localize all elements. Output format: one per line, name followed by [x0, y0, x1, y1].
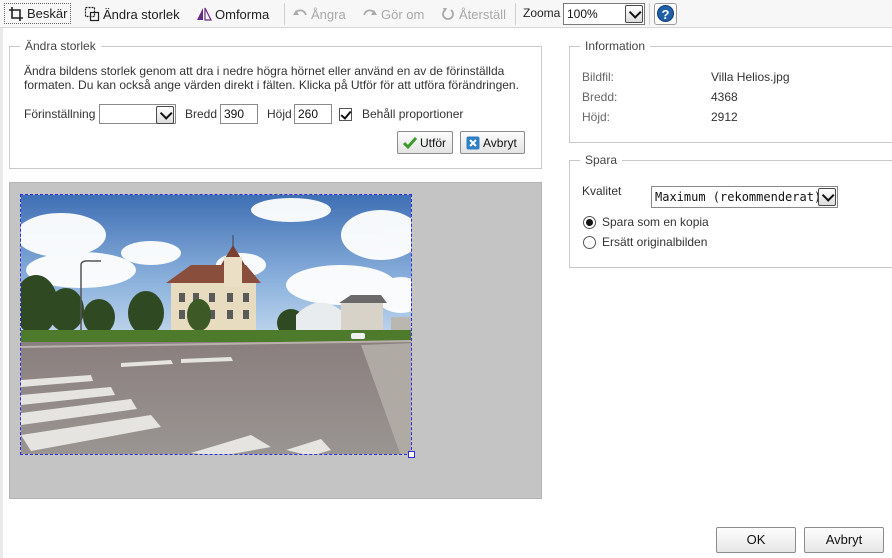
zoom-value: 100% — [567, 7, 598, 21]
resize-icon — [84, 6, 100, 22]
transform-button[interactable]: Omforma — [196, 4, 269, 24]
reset-label: Återställ — [459, 6, 506, 22]
help-button[interactable]: ? — [654, 3, 677, 25]
image-height-label: Höjd: — [582, 110, 611, 124]
save-copy-label: Spara som en kopia — [602, 215, 709, 229]
redo-label: Gör om — [381, 6, 425, 22]
redo-icon — [362, 6, 378, 22]
information-panel: Information Bildfil: Villa Helios.jpg Br… — [569, 39, 892, 143]
resize-cancel-button[interactable]: Avbryt — [460, 131, 525, 154]
save-panel-legend: Spara — [580, 153, 623, 167]
image-editor-toolbar: Beskär Ändra storlek Omforma Ångra Gör o… — [0, 0, 892, 28]
transform-icon — [196, 6, 212, 22]
transform-label: Omforma — [215, 6, 270, 22]
resize-handle[interactable] — [408, 451, 415, 458]
crop-label: Beskär — [27, 6, 68, 21]
apply-button[interactable]: Utför — [397, 131, 453, 154]
cancel-icon — [466, 136, 480, 150]
save-copy-radio[interactable] — [583, 216, 596, 229]
file-value: Villa Helios.jpg — [711, 70, 790, 84]
replace-original-radio[interactable] — [583, 236, 596, 249]
toolbar-separator — [649, 3, 650, 25]
information-panel-legend: Information — [580, 39, 651, 53]
width-label: Bredd — [185, 107, 218, 121]
zoom-label: Zooma — [523, 6, 561, 20]
chevron-down-icon[interactable] — [625, 5, 643, 23]
save-panel: Spara Kvalitet Maximum (rekommenderat) S… — [569, 153, 892, 268]
keep-ratio-checkbox[interactable] — [339, 108, 352, 121]
reset-button[interactable]: Återställ — [440, 4, 506, 24]
resize-cancel-label: Avbryt — [483, 135, 517, 150]
keep-ratio-label: Behåll proportioner — [362, 107, 464, 121]
preset-select[interactable] — [99, 104, 176, 124]
image-preview[interactable] — [20, 194, 412, 455]
check-icon — [402, 136, 418, 150]
resize-button[interactable]: Ändra storlek — [84, 4, 180, 24]
resize-panel: Ändra storlek Ändra bildens storlek geno… — [9, 39, 542, 169]
preset-label: Förinställning — [24, 107, 96, 121]
replace-original-label: Ersätt originalbilden — [602, 235, 708, 249]
image-width-label: Bredd: — [582, 90, 618, 104]
quality-select[interactable]: Maximum (rekommenderat) — [651, 186, 838, 208]
crop-button[interactable]: Beskär — [4, 3, 72, 24]
reset-icon — [440, 6, 456, 22]
height-input[interactable]: 260 — [294, 104, 332, 124]
ok-button[interactable]: OK — [716, 527, 796, 553]
undo-button[interactable]: Ångra — [292, 4, 346, 24]
help-icon: ? — [657, 5, 674, 22]
photo-villa-helios — [21, 195, 411, 454]
zoom-select[interactable]: 100% — [563, 3, 645, 25]
image-height-value: 2912 — [711, 110, 738, 124]
resize-description: Ändra bildens storlek genom att dra i ne… — [24, 64, 519, 92]
apply-label: Utför — [420, 135, 447, 150]
quality-label: Kvalitet — [582, 184, 622, 198]
undo-icon — [292, 6, 308, 22]
chevron-down-icon[interactable] — [818, 188, 836, 206]
width-input[interactable]: 390 — [220, 104, 258, 124]
image-width-value: 4368 — [711, 90, 738, 104]
image-canvas — [9, 182, 542, 499]
toolbar-separator — [515, 3, 516, 25]
undo-label: Ångra — [311, 6, 346, 22]
redo-button[interactable]: Gör om — [362, 4, 424, 24]
file-label: Bildfil: — [582, 70, 615, 84]
height-label: Höjd — [267, 107, 292, 121]
crop-icon — [8, 6, 24, 22]
resize-label: Ändra storlek — [103, 6, 180, 22]
dialog-cancel-button[interactable]: Avbryt — [804, 527, 884, 553]
resize-panel-legend: Ändra storlek — [20, 39, 101, 53]
window-left-edge — [0, 28, 3, 558]
chevron-down-icon[interactable] — [156, 106, 174, 124]
quality-value: Maximum (rekommenderat) — [655, 190, 822, 204]
toolbar-separator — [284, 3, 285, 25]
